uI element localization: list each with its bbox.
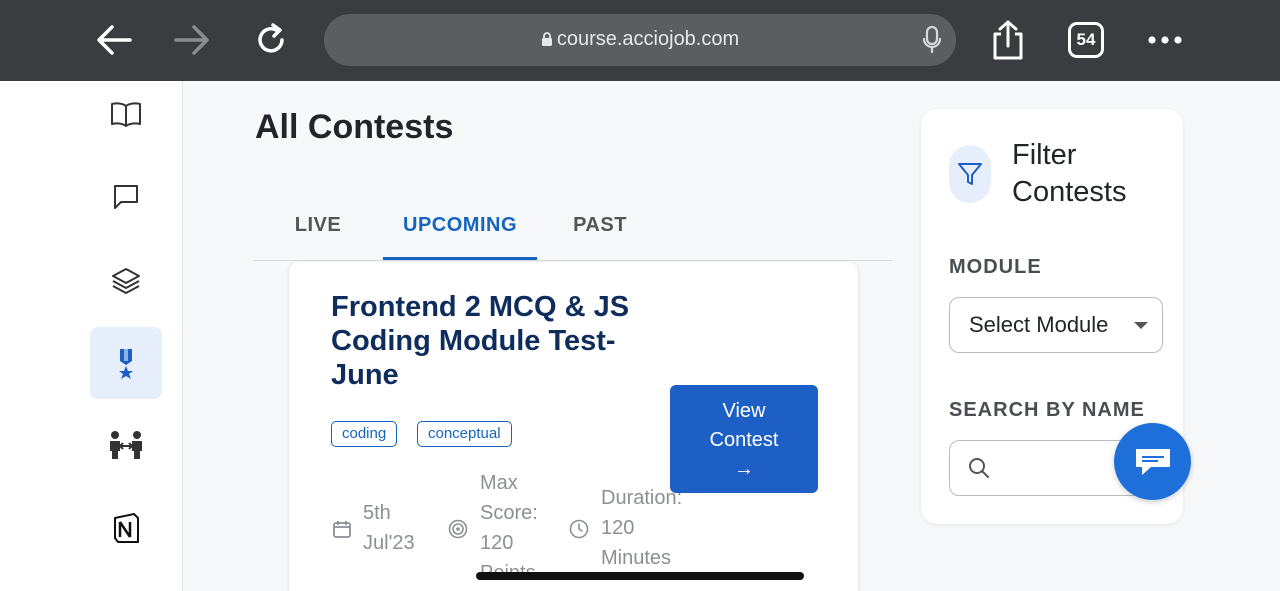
- calendar-icon: [333, 521, 351, 538]
- tag-coding: coding: [331, 421, 398, 447]
- share-icon: [993, 20, 1023, 60]
- module-select-value: Select Module: [969, 312, 1109, 337]
- forward-arrow-icon: [174, 25, 209, 55]
- dropdown-caret-icon: [1134, 322, 1148, 329]
- contest-date: 5th Jul'23: [363, 502, 415, 554]
- search-label: SEARCH BY NAME: [949, 399, 1145, 421]
- layers-icon: [112, 268, 140, 294]
- reload-button[interactable]: [250, 18, 294, 62]
- notion-icon: [114, 513, 139, 543]
- view-contest-button[interactable]: View Contest →: [670, 385, 818, 493]
- contest-max-score: Max Score: 120 Points: [480, 472, 538, 584]
- lock-icon: [541, 32, 552, 47]
- arrow-right-icon: →: [734, 458, 754, 480]
- contest-title: Frontend 2 MCQ & JS Coding Module Test-J…: [331, 291, 630, 391]
- more-icon: [1148, 36, 1182, 44]
- url-text: course.acciojob.com: [324, 14, 956, 66]
- chat-icon: [114, 185, 138, 209]
- sidebar: [0, 81, 183, 591]
- book-icon: [111, 102, 141, 127]
- contest-tabs: LIVE UPCOMING PAST: [254, 196, 892, 261]
- module-label: MODULE: [949, 256, 1042, 278]
- share-button[interactable]: [986, 18, 1030, 62]
- sidebar-item-courses[interactable]: [90, 78, 162, 150]
- page-title: All Contests: [255, 108, 454, 146]
- tab-live[interactable]: LIVE: [276, 196, 360, 260]
- medal-icon: [119, 349, 133, 379]
- home-indicator: [476, 572, 804, 580]
- contest-duration: Duration: 120 Minutes: [601, 487, 683, 569]
- sidebar-item-modules[interactable]: [90, 244, 162, 316]
- back-button[interactable]: [92, 18, 136, 62]
- people-icon: [110, 431, 142, 459]
- filter-title: Filter Contests: [1012, 139, 1127, 208]
- sidebar-item-notes[interactable]: [90, 492, 162, 564]
- chat-bubble-icon: [1135, 448, 1170, 475]
- filter-icon-badge: [949, 145, 991, 203]
- mic-icon[interactable]: [922, 26, 942, 54]
- search-icon: [969, 458, 989, 478]
- filter-icon: [958, 163, 982, 185]
- forward-button[interactable]: [170, 18, 214, 62]
- sidebar-item-messages[interactable]: [90, 161, 162, 233]
- tab-past[interactable]: PAST: [560, 196, 640, 260]
- module-select[interactable]: Select Module: [949, 297, 1163, 353]
- browser-toolbar: course.acciojob.com 54: [0, 0, 1280, 81]
- view-contest-label-1: View: [722, 400, 766, 422]
- support-chat-button[interactable]: [1114, 423, 1191, 500]
- view-contest-label-2: Contest: [709, 429, 779, 451]
- tabs-button[interactable]: 54: [1068, 22, 1104, 58]
- sidebar-item-mentorship[interactable]: [90, 409, 162, 481]
- target-icon: [448, 519, 468, 539]
- sidebar-item-contests[interactable]: [90, 327, 162, 399]
- contest-card: Frontend 2 MCQ & JS Coding Module Test-J…: [289, 262, 858, 591]
- search-input[interactable]: [1000, 451, 1120, 485]
- tab-upcoming[interactable]: UPCOMING: [383, 196, 537, 260]
- url-value: course.acciojob.com: [556, 28, 740, 50]
- reload-icon: [258, 23, 284, 53]
- address-bar[interactable]: course.acciojob.com: [324, 14, 956, 66]
- back-arrow-icon: [97, 25, 132, 55]
- tag-conceptual: conceptual: [417, 421, 512, 447]
- more-button[interactable]: [1143, 18, 1187, 62]
- clock-icon: [569, 519, 589, 539]
